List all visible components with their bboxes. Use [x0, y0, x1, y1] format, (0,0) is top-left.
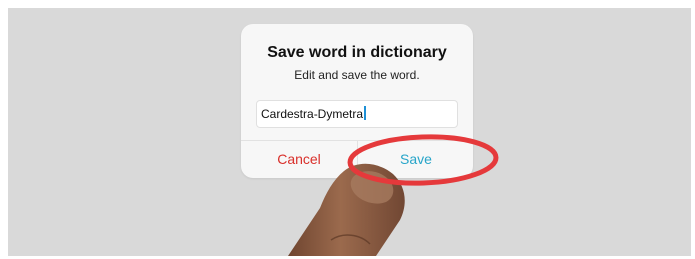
dialog-subtitle: Edit and save the word.: [294, 68, 420, 82]
word-input-value: Cardestra-Dymetra: [261, 107, 364, 121]
save-word-dialog: Save word in dictionary Edit and save th…: [241, 24, 473, 178]
cancel-button[interactable]: Cancel: [241, 141, 357, 178]
text-caret: [364, 106, 367, 120]
word-input[interactable]: Cardestra-Dymetra: [256, 100, 458, 128]
screen-background: Save word in dictionary Edit and save th…: [8, 8, 691, 256]
save-button[interactable]: Save: [358, 141, 474, 178]
dialog-title: Save word in dictionary: [267, 44, 447, 61]
